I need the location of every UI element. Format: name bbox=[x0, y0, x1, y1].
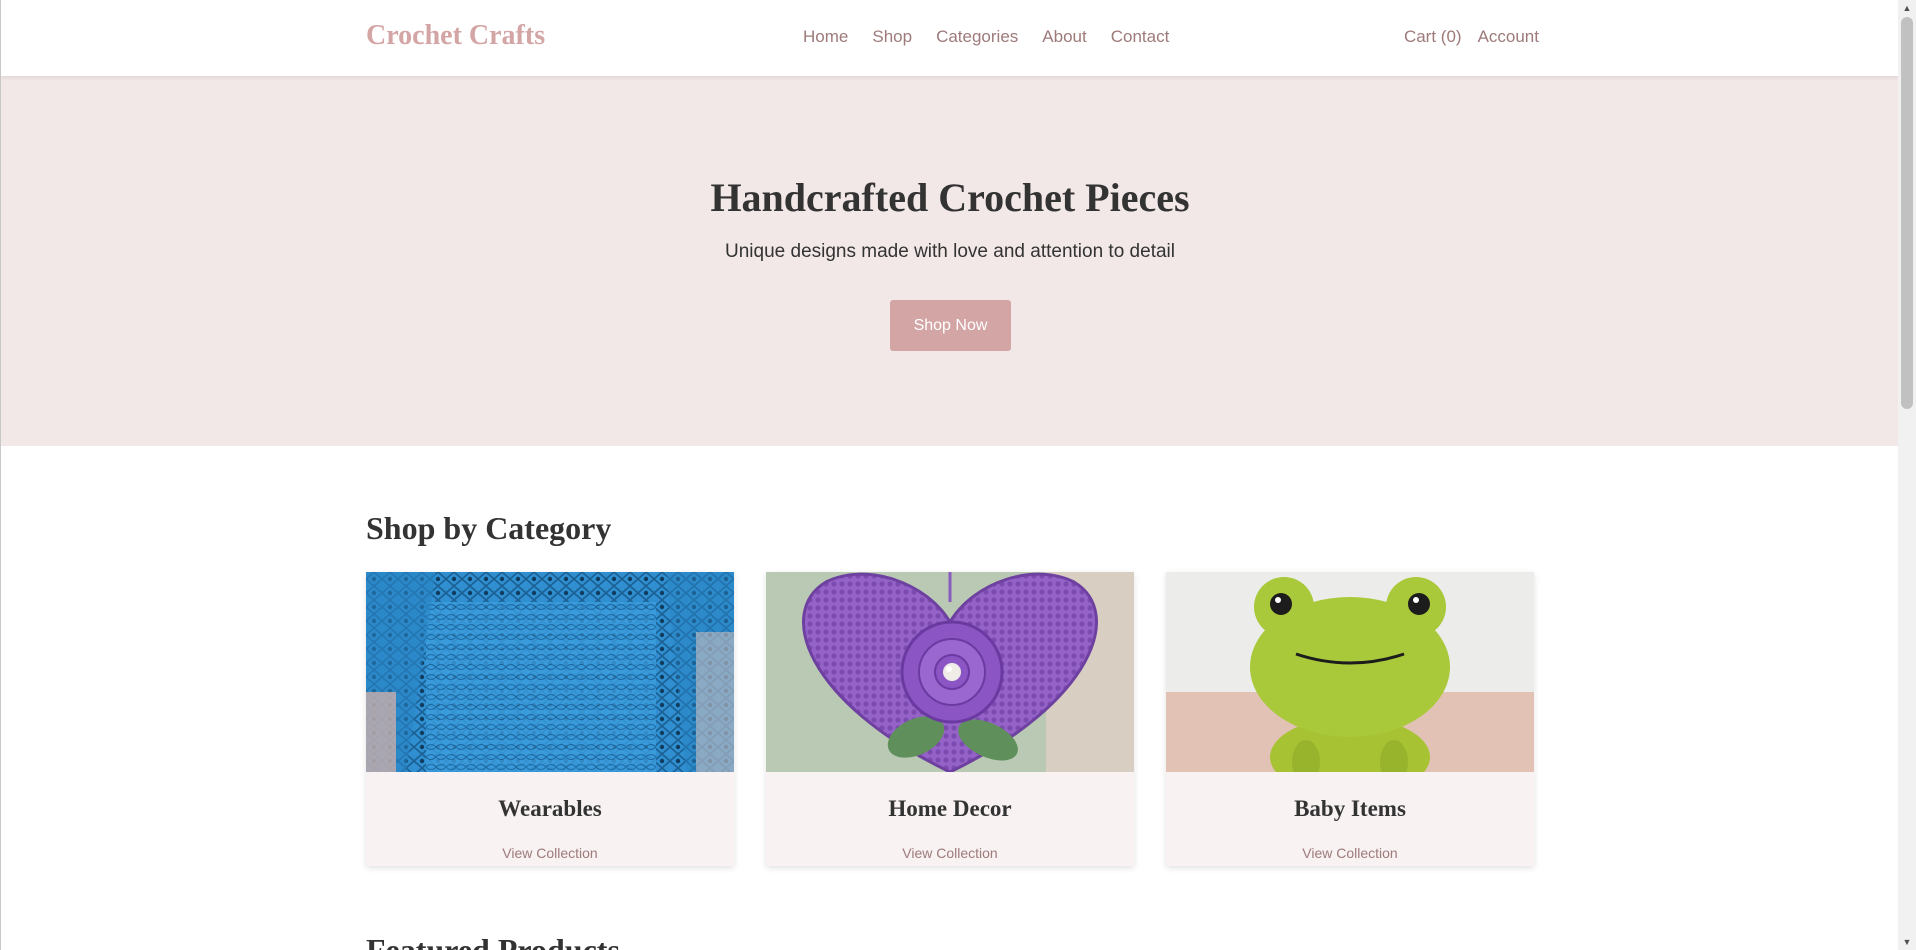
featured-section-title: Featured Products bbox=[366, 932, 620, 950]
nav-contact[interactable]: Contact bbox=[1111, 27, 1170, 47]
category-cards: Wearables View Collection Home Decor Vie… bbox=[366, 572, 1534, 866]
category-card-wearables[interactable]: Wearables View Collection bbox=[366, 572, 734, 866]
browser-viewport: Crochet Crafts Home Shop Categories Abou… bbox=[0, 0, 1898, 950]
user-links: Cart (0) Account bbox=[1388, 27, 1539, 47]
cart-link[interactable]: Cart (0) bbox=[1404, 27, 1462, 47]
category-name: Wearables bbox=[498, 796, 602, 821]
site-logo[interactable]: Crochet Crafts bbox=[366, 20, 545, 52]
home-decor-image bbox=[766, 572, 1134, 772]
category-card-home-decor[interactable]: Home Decor View Collection bbox=[766, 572, 1134, 866]
category-name: Home Decor bbox=[888, 796, 1012, 821]
scroll-up-arrow-icon[interactable]: ▲ bbox=[1898, 0, 1916, 16]
main-nav: Home Shop Categories About Contact bbox=[803, 27, 1193, 47]
hero-title: Handcrafted Crochet Pieces bbox=[710, 175, 1190, 220]
site-header: Crochet Crafts Home Shop Categories Abou… bbox=[1, 0, 1898, 76]
baby-items-image bbox=[1166, 572, 1534, 772]
account-link[interactable]: Account bbox=[1478, 27, 1539, 47]
shop-now-button[interactable]: Shop Now bbox=[890, 300, 1011, 351]
scroll-down-arrow-icon[interactable]: ▼ bbox=[1898, 934, 1916, 950]
hero-subtitle: Unique designs made with love and attent… bbox=[725, 241, 1175, 262]
view-collection-link[interactable]: View Collection bbox=[366, 845, 734, 861]
scrollbar-thumb[interactable] bbox=[1901, 17, 1913, 409]
category-card-baby-items[interactable]: Baby Items View Collection bbox=[1166, 572, 1534, 866]
category-section-title: Shop by Category bbox=[366, 510, 612, 546]
view-collection-link[interactable]: View Collection bbox=[1166, 845, 1534, 861]
category-name: Baby Items bbox=[1294, 796, 1406, 821]
wearables-image bbox=[366, 572, 734, 772]
nav-categories[interactable]: Categories bbox=[936, 27, 1018, 47]
view-collection-link[interactable]: View Collection bbox=[766, 845, 1134, 861]
nav-shop[interactable]: Shop bbox=[872, 27, 912, 47]
vertical-scrollbar[interactable]: ▲ ▼ bbox=[1898, 0, 1916, 950]
nav-about[interactable]: About bbox=[1042, 27, 1086, 47]
nav-home[interactable]: Home bbox=[803, 27, 848, 47]
hero-banner: Handcrafted Crochet Pieces Unique design… bbox=[1, 76, 1898, 446]
